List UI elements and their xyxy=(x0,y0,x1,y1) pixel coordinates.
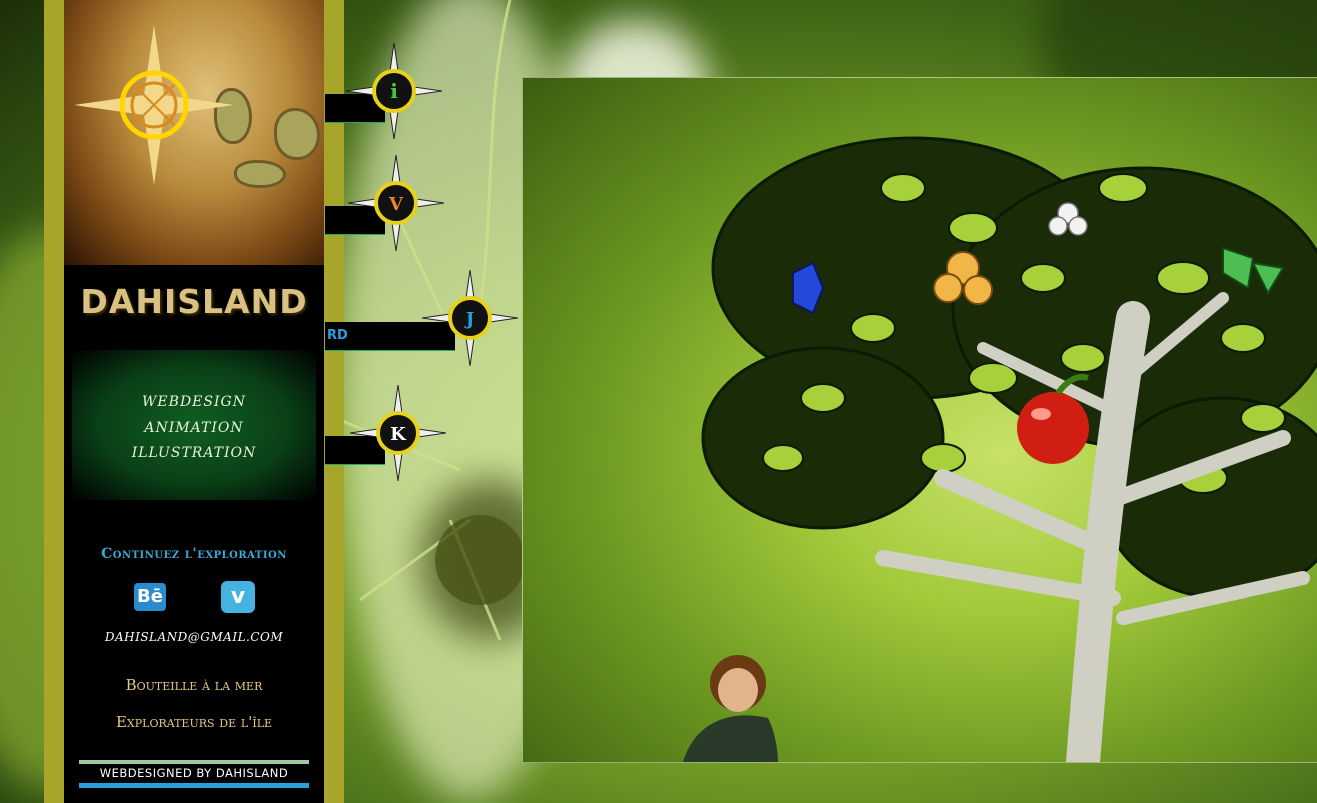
compass-button-j[interactable]: J xyxy=(422,270,518,366)
treasure-map-image xyxy=(64,0,324,265)
site-logo[interactable]: DAHISLAND xyxy=(64,282,324,321)
skills-panel: WEBDESIGN ANIMATION ILLUSTRATION xyxy=(72,350,316,500)
compass-letter-v: V xyxy=(388,194,404,215)
compass-button-v[interactable]: V xyxy=(348,155,444,251)
compass-letter-i: i xyxy=(390,79,398,103)
sidebar: DAHISLAND WEBDESIGN ANIMATION ILLUSTRATI… xyxy=(64,0,324,803)
skill-illustration: ILLUSTRATION xyxy=(131,445,257,461)
compass-letter-k: K xyxy=(390,424,407,445)
compass-rose-icon xyxy=(74,25,234,185)
explore-heading: Continuez l'exploration xyxy=(101,546,287,562)
skill-webdesign: WEBDESIGN xyxy=(142,394,246,410)
compass-button-k[interactable]: K xyxy=(350,385,446,481)
sidebar-border-left xyxy=(44,0,64,803)
tab-j-text: RD xyxy=(327,328,348,343)
credit-bar: WEBDESIGNED BY DAHISLAND xyxy=(79,760,309,788)
main-illustration-panel xyxy=(522,77,1317,763)
link-bouteille[interactable]: Bouteille à la mer xyxy=(64,676,324,694)
behance-icon[interactable]: Bē xyxy=(134,583,166,611)
skill-animation: ANIMATION xyxy=(144,420,244,436)
compass-button-i[interactable]: i xyxy=(346,43,442,139)
vimeo-icon[interactable]: v xyxy=(221,581,255,613)
compass-letter-j: J xyxy=(464,309,475,330)
email-link[interactable]: DAHISLAND@GMAIL.COM xyxy=(64,630,324,644)
explorer-woman-image xyxy=(683,655,778,762)
tree-illustration xyxy=(683,136,1317,762)
link-explorateurs[interactable]: Explorateurs de l'île xyxy=(64,713,324,731)
